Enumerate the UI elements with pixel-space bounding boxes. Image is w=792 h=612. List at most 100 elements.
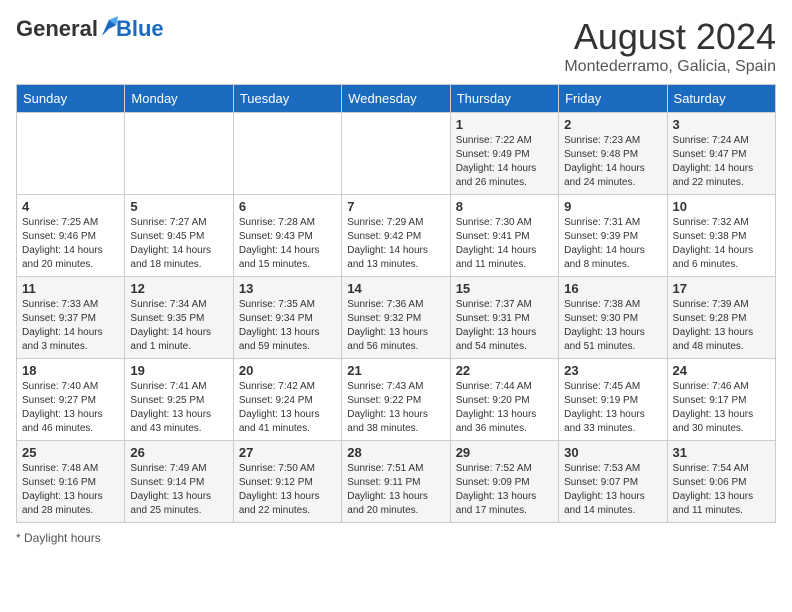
day-number: 24 (673, 363, 770, 378)
day-number: 15 (456, 281, 553, 296)
header-day-monday: Monday (125, 85, 233, 113)
day-number: 21 (347, 363, 444, 378)
header-day-thursday: Thursday (450, 85, 558, 113)
calendar-cell: 7 Sunrise: 7:29 AMSunset: 9:42 PMDaylight… (342, 195, 450, 277)
calendar-cell: 30 Sunrise: 7:53 AMSunset: 9:07 PMDayligh… (559, 441, 667, 523)
calendar-cell: 5 Sunrise: 7:27 AMSunset: 9:45 PMDaylight… (125, 195, 233, 277)
calendar-cell: 6Sunrise: 7:28 AMSunset: 9:43 PMDaylight… (233, 195, 341, 277)
calendar-cell: 11 Sunrise: 7:33 AMSunset: 9:37 PMDayligh… (17, 277, 125, 359)
calendar-cell: 26Sunrise: 7:49 AMSunset: 9:14 PMDayligh… (125, 441, 233, 523)
header-row: SundayMondayTuesdayWednesdayThursdayFrid… (17, 85, 776, 113)
subtitle: Montederramo, Galicia, Spain (564, 58, 776, 76)
calendar-cell: 19 Sunrise: 7:41 AMSunset: 9:25 PMDayligh… (125, 359, 233, 441)
day-number: 4 (22, 199, 119, 214)
calendar-week-5: 25 Sunrise: 7:48 AMSunset: 9:16 PMDayligh… (17, 441, 776, 523)
day-info: Sunrise: 7:48 AMSunset: 9:16 PMDaylight:… (22, 462, 119, 518)
day-number: 5 (130, 199, 227, 214)
header-day-wednesday: Wednesday (342, 85, 450, 113)
day-info: Sunrise: 7:39 AMSunset: 9:28 PMDaylight:… (673, 298, 770, 354)
day-number: 18 (22, 363, 119, 378)
title-block: August 2024 Montederramo, Galicia, Spain (564, 16, 776, 76)
day-info: Sunrise: 7:40 AMSunset: 9:27 PMDaylight:… (22, 380, 119, 436)
day-info: Sunrise: 7:23 AMSunset: 9:48 PMDaylight:… (564, 134, 661, 190)
header-day-tuesday: Tuesday (233, 85, 341, 113)
calendar-cell: 2 Sunrise: 7:23 AMSunset: 9:48 PMDaylight… (559, 113, 667, 195)
day-number: 2 (564, 117, 661, 132)
day-info: Sunrise: 7:46 AMSunset: 9:17 PMDaylight:… (673, 380, 770, 436)
calendar-cell: 9 Sunrise: 7:31 AMSunset: 9:39 PMDaylight… (559, 195, 667, 277)
calendar-cell (17, 113, 125, 195)
logo-bird-icon (100, 16, 118, 38)
calendar-cell: 17 Sunrise: 7:39 AMSunset: 9:28 PMDayligh… (667, 277, 775, 359)
day-number: 7 (347, 199, 444, 214)
day-info: Sunrise: 7:45 AMSunset: 9:19 PMDaylight:… (564, 380, 661, 436)
calendar-cell: 16 Sunrise: 7:38 AMSunset: 9:30 PMDayligh… (559, 277, 667, 359)
calendar-cell: 29 Sunrise: 7:52 AMSunset: 9:09 PMDayligh… (450, 441, 558, 523)
day-number: 10 (673, 199, 770, 214)
day-number: 12 (130, 281, 227, 296)
day-info: Sunrise: 7:34 AMSunset: 9:35 PMDaylight:… (130, 298, 227, 354)
day-number: 14 (347, 281, 444, 296)
day-info: Sunrise: 7:24 AMSunset: 9:47 PMDaylight:… (673, 134, 770, 190)
day-number: 11 (22, 281, 119, 296)
calendar-cell: 24 Sunrise: 7:46 AMSunset: 9:17 PMDayligh… (667, 359, 775, 441)
day-number: 29 (456, 445, 553, 460)
calendar-table: SundayMondayTuesdayWednesdayThursdayFrid… (16, 84, 776, 523)
day-info: Sunrise: 7:52 AMSunset: 9:09 PMDaylight:… (456, 462, 553, 518)
day-number: 17 (673, 281, 770, 296)
day-info: Sunrise: 7:44 AMSunset: 9:20 PMDaylight:… (456, 380, 553, 436)
day-number: 28 (347, 445, 444, 460)
day-info: Sunrise: 7:38 AMSunset: 9:30 PMDaylight:… (564, 298, 661, 354)
calendar-week-1: 1 Sunrise: 7:22 AMSunset: 9:49 PMDaylight… (17, 113, 776, 195)
calendar-cell: 23 Sunrise: 7:45 AMSunset: 9:19 PMDayligh… (559, 359, 667, 441)
day-info: Sunrise: 7:37 AMSunset: 9:31 PMDaylight:… (456, 298, 553, 354)
day-number: 8 (456, 199, 553, 214)
calendar-cell: 8 Sunrise: 7:30 AMSunset: 9:41 PMDaylight… (450, 195, 558, 277)
day-number: 1 (456, 117, 553, 132)
day-info: Sunrise: 7:54 AMSunset: 9:06 PMDaylight:… (673, 462, 770, 518)
calendar-cell (233, 113, 341, 195)
day-number: 16 (564, 281, 661, 296)
calendar-cell: 4Sunrise: 7:25 AMSunset: 9:46 PMDaylight… (17, 195, 125, 277)
day-info: Sunrise: 7:30 AMSunset: 9:41 PMDaylight:… (456, 216, 553, 272)
day-info: Sunrise: 7:29 AMSunset: 9:42 PMDaylight:… (347, 216, 444, 272)
calendar-cell: 22Sunrise: 7:44 AMSunset: 9:20 PMDayligh… (450, 359, 558, 441)
logo-general-text: General (16, 16, 98, 42)
calendar-cell: 25 Sunrise: 7:48 AMSunset: 9:16 PMDayligh… (17, 441, 125, 523)
day-info: Sunrise: 7:31 AMSunset: 9:39 PMDaylight:… (564, 216, 661, 272)
day-info: Sunrise: 7:27 AMSunset: 9:45 PMDaylight:… (130, 216, 227, 272)
day-info: Sunrise: 7:33 AMSunset: 9:37 PMDaylight:… (22, 298, 119, 354)
day-number: 3 (673, 117, 770, 132)
day-info: Sunrise: 7:36 AMSunset: 9:32 PMDaylight:… (347, 298, 444, 354)
calendar-week-2: 4Sunrise: 7:25 AMSunset: 9:46 PMDaylight… (17, 195, 776, 277)
header-day-friday: Friday (559, 85, 667, 113)
calendar-cell: 12 Sunrise: 7:34 AMSunset: 9:35 PMDayligh… (125, 277, 233, 359)
calendar-cell (342, 113, 450, 195)
day-info: Sunrise: 7:22 AMSunset: 9:49 PMDaylight:… (456, 134, 553, 190)
calendar-cell: 20Sunrise: 7:42 AMSunset: 9:24 PMDayligh… (233, 359, 341, 441)
logo-blue-text: Blue (116, 16, 164, 42)
day-number: 23 (564, 363, 661, 378)
day-number: 30 (564, 445, 661, 460)
calendar-cell (125, 113, 233, 195)
calendar-cell: 10 Sunrise: 7:32 AMSunset: 9:38 PMDayligh… (667, 195, 775, 277)
calendar-cell: 1 Sunrise: 7:22 AMSunset: 9:49 PMDaylight… (450, 113, 558, 195)
day-number: 27 (239, 445, 336, 460)
day-info: Sunrise: 7:53 AMSunset: 9:07 PMDaylight:… (564, 462, 661, 518)
calendar-cell: 21Sunrise: 7:43 AMSunset: 9:22 PMDayligh… (342, 359, 450, 441)
calendar-cell: 18 Sunrise: 7:40 AMSunset: 9:27 PMDayligh… (17, 359, 125, 441)
day-info: Sunrise: 7:41 AMSunset: 9:25 PMDaylight:… (130, 380, 227, 436)
day-info: Sunrise: 7:50 AMSunset: 9:12 PMDaylight:… (239, 462, 336, 518)
day-info: Sunrise: 7:32 AMSunset: 9:38 PMDaylight:… (673, 216, 770, 272)
day-number: 25 (22, 445, 119, 460)
day-number: 19 (130, 363, 227, 378)
calendar-cell: 27 Sunrise: 7:50 AMSunset: 9:12 PMDayligh… (233, 441, 341, 523)
logo: General Blue (16, 16, 164, 42)
calendar-cell: 28 Sunrise: 7:51 AMSunset: 9:11 PMDayligh… (342, 441, 450, 523)
day-info: Sunrise: 7:51 AMSunset: 9:11 PMDaylight:… (347, 462, 444, 518)
day-number: 31 (673, 445, 770, 460)
calendar-cell: 13Sunrise: 7:35 AMSunset: 9:34 PMDayligh… (233, 277, 341, 359)
main-title: August 2024 (564, 16, 776, 58)
day-number: 9 (564, 199, 661, 214)
header-day-saturday: Saturday (667, 85, 775, 113)
